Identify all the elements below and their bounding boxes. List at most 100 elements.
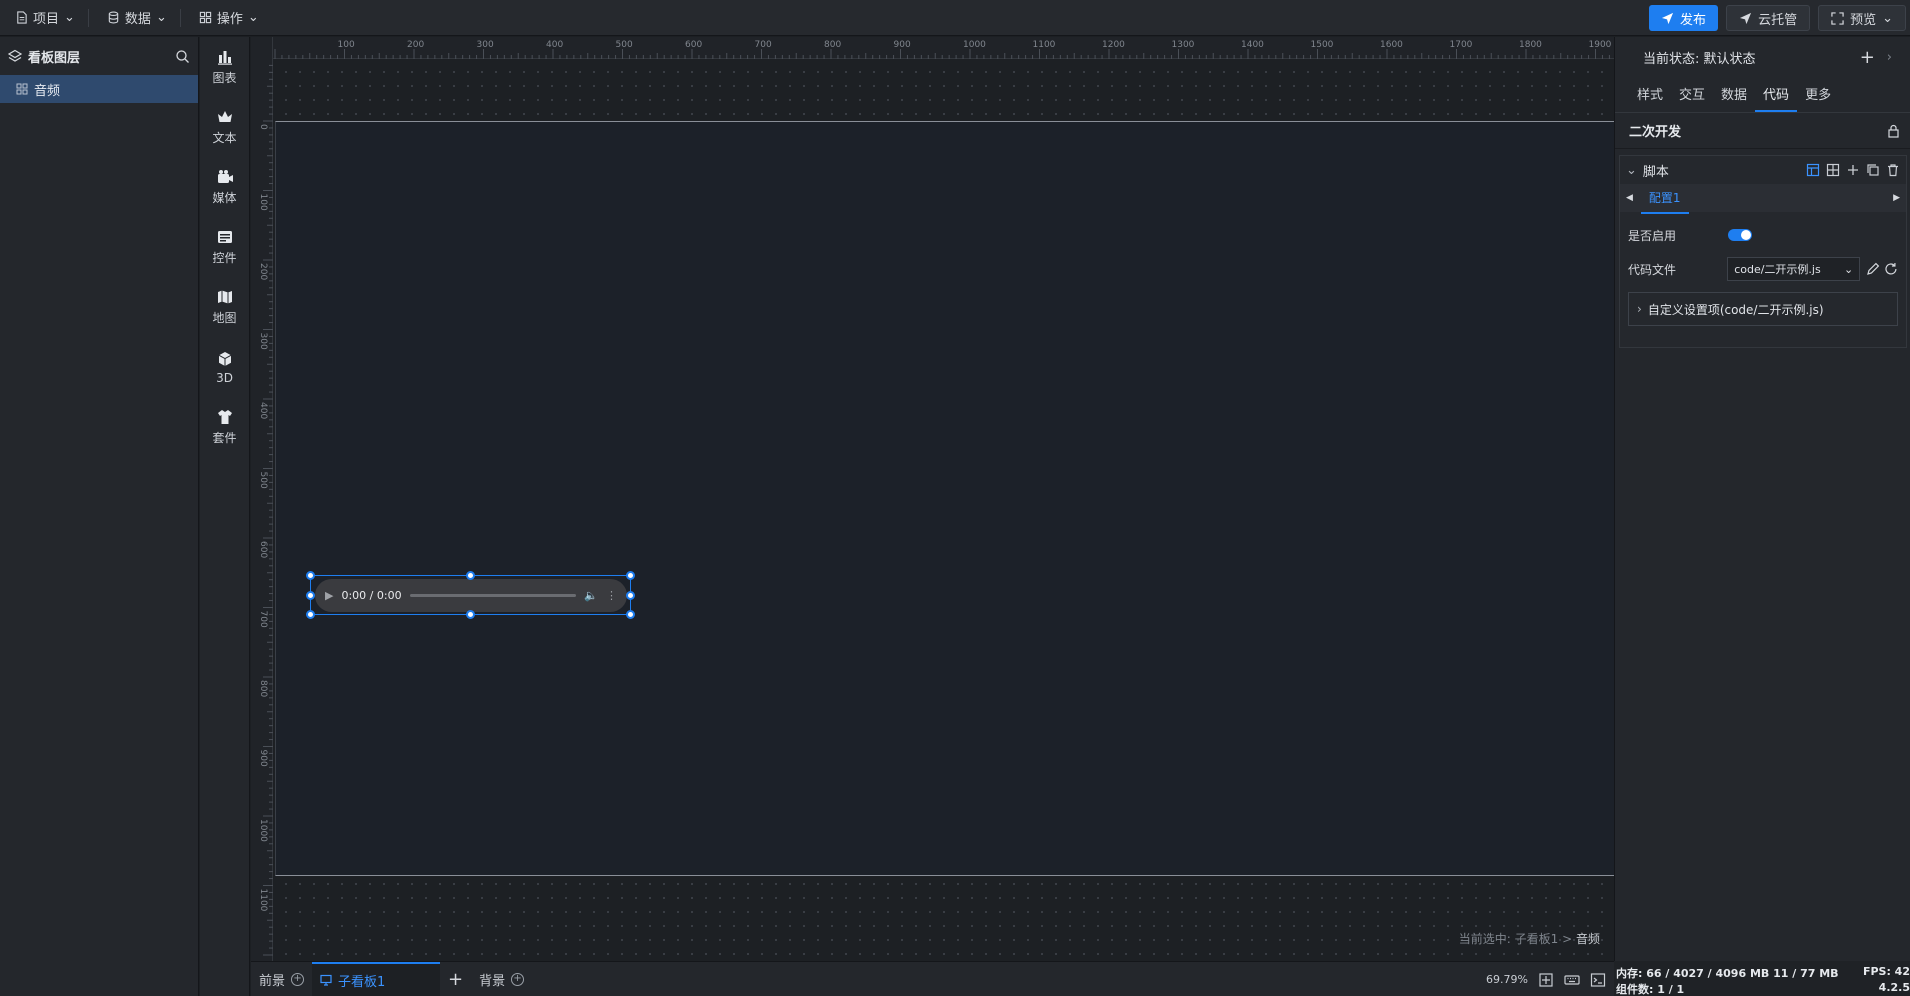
- section-title: 二次开发: [1629, 125, 1682, 140]
- canvas-stage[interactable]: 100 200 300 400 500 600 700 800 900 1000 1100 1200 1…: [251, 37, 1614, 961]
- tab-more[interactable]: 更多: [1797, 84, 1839, 112]
- chevron-down-icon: ⌄: [64, 10, 75, 25]
- tab-interaction[interactable]: 交互: [1671, 84, 1713, 112]
- config-tab-1[interactable]: 配置1: [1640, 183, 1689, 214]
- script-card: ⌄ 脚本 ◀ 配置1 ▶ 是否启用 代码文件 code/二开示例.js ⌄ › …: [1619, 155, 1907, 348]
- code-file-select[interactable]: code/二开示例.js ⌄: [1727, 257, 1861, 281]
- tool-widget-label: 控件: [212, 251, 237, 265]
- ruler-label: 300: [258, 333, 268, 350]
- search-icon[interactable]: [175, 49, 190, 64]
- tab-sub-board[interactable]: 子看板1: [312, 961, 441, 996]
- resize-handle-top-right[interactable]: [626, 571, 635, 580]
- add-circle-icon[interactable]: +: [291, 972, 305, 986]
- code-file-label: 代码文件: [1628, 262, 1677, 277]
- custom-settings-row[interactable]: › 自定义设置项(code/二开示例.js): [1628, 292, 1898, 326]
- resize-handle-left[interactable]: [306, 591, 315, 600]
- resize-handle-top-left[interactable]: [306, 571, 315, 580]
- copy-icon[interactable]: [1866, 163, 1880, 177]
- tool-media[interactable]: 媒体: [200, 157, 249, 217]
- plus-icon: +: [448, 968, 464, 990]
- enable-toggle[interactable]: [1728, 229, 1752, 241]
- send-icon: [1661, 12, 1674, 24]
- map-icon: [217, 290, 232, 304]
- ruler-label: 1100: [258, 889, 268, 912]
- camera-icon: [217, 170, 233, 183]
- database-icon: [108, 11, 119, 24]
- chevron-down-icon[interactable]: ⌄: [1626, 163, 1637, 178]
- trash-icon[interactable]: [1886, 163, 1900, 177]
- tool-map[interactable]: 地图: [200, 277, 249, 337]
- layout-icon[interactable]: [1806, 163, 1820, 177]
- tool-widget[interactable]: 控件: [200, 217, 249, 277]
- ruler-label: 500: [258, 472, 268, 489]
- terminal-icon[interactable]: [1590, 972, 1606, 988]
- ruler-label: 700: [258, 611, 268, 628]
- lock-icon[interactable]: [1887, 124, 1900, 138]
- status-bar: 内存: 66 / 4027 / 4096 MB 11 / 77 MB FPS: …: [1614, 961, 1910, 996]
- plus-icon[interactable]: [1846, 163, 1860, 177]
- tool-kit[interactable]: 套件: [200, 397, 249, 457]
- menu-data[interactable]: 数据 ⌄: [98, 0, 190, 36]
- selected-audio-component[interactable]: ▶ 0:00 / 0:00 🔈 ⋮: [306, 571, 635, 619]
- tool-chart-label: 图表: [212, 71, 237, 85]
- resize-handle-bottom[interactable]: [466, 610, 475, 619]
- menu-project[interactable]: 项目 ⌄: [6, 0, 98, 36]
- script-header[interactable]: ⌄ 脚本: [1620, 156, 1906, 184]
- memory-status: 内存: 66 / 4027 / 4096 MB 11 / 77 MB: [1616, 967, 1839, 980]
- resize-handle-bottom-left[interactable]: [306, 610, 315, 619]
- menu-operation[interactable]: 操作 ⌄: [190, 0, 268, 36]
- add-circle-icon[interactable]: +: [511, 972, 525, 986]
- code-file-value: code/二开示例.js: [1734, 263, 1821, 276]
- publish-label: 发布: [1680, 12, 1707, 28]
- ruler-label: 800: [824, 40, 841, 50]
- component-toolbar: 图表 文本 媒体 控件 地图 3D 套件: [200, 37, 250, 996]
- caret-left-icon[interactable]: ◀: [1626, 193, 1633, 203]
- tool-3d[interactable]: 3D: [200, 337, 249, 397]
- play-icon[interactable]: ▶: [325, 589, 333, 602]
- tab-code[interactable]: 代码: [1755, 84, 1798, 112]
- tool-chart[interactable]: 图表: [200, 37, 249, 97]
- more-vertical-icon[interactable]: ⋮: [606, 589, 617, 602]
- tab-foreground[interactable]: 前景 +: [251, 962, 312, 996]
- edit-icon[interactable]: [1866, 262, 1880, 276]
- fit-screen-icon[interactable]: [1538, 972, 1554, 988]
- tool-3d-label: 3D: [216, 370, 233, 385]
- resize-handle-top[interactable]: [466, 571, 475, 580]
- caret-right-icon[interactable]: ▶: [1893, 193, 1900, 203]
- ruler-label: 300: [477, 40, 494, 50]
- board-tab-bar: 前景 + 子看板1 + 背景 + 69.79%: [251, 961, 1614, 996]
- layers-panel: 看板图层 音频: [0, 37, 199, 996]
- tool-text[interactable]: 文本: [200, 97, 249, 157]
- ruler-label: 0: [258, 124, 268, 130]
- table-icon[interactable]: [1826, 163, 1840, 177]
- ruler-label: 900: [894, 40, 911, 50]
- current-state-label[interactable]: 当前状态: 默认状态: [1643, 48, 1756, 67]
- layers-icon: [8, 49, 22, 62]
- keyboard-icon[interactable]: [1564, 972, 1580, 988]
- resize-handle-bottom-right[interactable]: [626, 610, 635, 619]
- tab-background[interactable]: 背景 +: [471, 962, 532, 996]
- cloud-hosting-button[interactable]: 云托管: [1726, 5, 1811, 31]
- layer-item[interactable]: 音频: [0, 75, 198, 103]
- resize-handle-right[interactable]: [626, 591, 635, 600]
- refresh-icon[interactable]: [1884, 262, 1898, 276]
- tab-style[interactable]: 样式: [1629, 84, 1671, 112]
- ruler-label: 700: [755, 40, 772, 50]
- audio-player[interactable]: ▶ 0:00 / 0:00 🔈 ⋮: [315, 579, 627, 612]
- volume-icon[interactable]: 🔈: [584, 589, 598, 602]
- tab-background-label: 背景: [479, 973, 506, 989]
- preview-button[interactable]: 预览 ⌄: [1818, 5, 1906, 31]
- custom-settings-label: 自定义设置项(code/二开示例.js): [1647, 302, 1824, 317]
- add-board-button[interactable]: +: [440, 962, 471, 996]
- tab-data[interactable]: 数据: [1713, 84, 1755, 112]
- audio-progress-track[interactable]: [409, 594, 577, 597]
- layers-title: 看板图层: [28, 50, 81, 66]
- enable-row: 是否启用: [1620, 218, 1906, 252]
- chevron-down-icon[interactable]: ⌄: [1882, 11, 1893, 26]
- add-icon[interactable]: +: [1860, 47, 1875, 68]
- ruler-label: 400: [546, 40, 563, 50]
- publish-button[interactable]: 发布: [1649, 5, 1719, 31]
- chevron-right-icon[interactable]: ›: [1887, 50, 1892, 65]
- zoom-level[interactable]: 69.79%: [1486, 973, 1528, 986]
- dashboard-canvas[interactable]: ▶ 0:00 / 0:00 🔈 ⋮: [275, 121, 1614, 876]
